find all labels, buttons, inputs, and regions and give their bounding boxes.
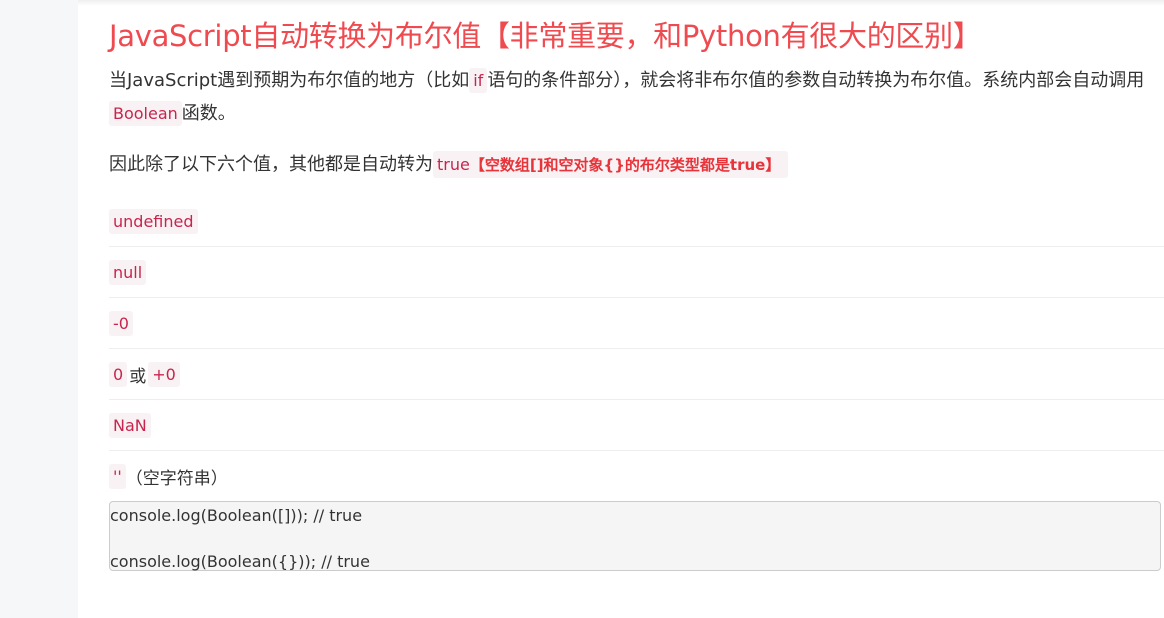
value-null: null [109,259,147,285]
value-nan: NaN [109,412,151,438]
highlight-note: true【空数组[]和空对象{}的布尔类型都是true】 [433,151,789,178]
inline-code-boolean: Boolean [109,101,182,126]
code-line: console.log(Boolean({})); // true [110,552,370,571]
bold-note: 【空数组[]和空对象{}的布尔类型都是true】 [469,156,781,174]
value-positive-zero: +0 [148,361,180,387]
paragraph-text: 当JavaScript遇到预期为布尔值的地方（比如 [109,70,470,91]
paragraph-text: 语句的条件部分），就会将非布尔值的参数自动转换为布尔值。系统内部会自动调用 [487,70,1145,91]
value-empty-string: '' [109,463,126,489]
paragraph-auto-conversion: 当JavaScript遇到预期为布尔值的地方（比如 if 语句的条件部分），就会将非… [109,64,1159,130]
code-line: console.log(Boolean([])); // true [110,506,363,525]
list-item: -0 [109,298,1164,349]
list-item: '' （空字符串） [109,451,1164,501]
value-negative-zero: -0 [109,310,133,336]
article-content: JavaScript自动转换为布尔值【非常重要，和Python有很大的区别】 当… [109,14,1164,571]
inline-code-if: if [469,68,488,93]
top-shadow [78,0,1164,6]
list-item: 0 或 +0 [109,349,1164,400]
paragraph-six-values: 因此除了以下六个值，其他都是自动转为 true【空数组[]和空对象{}的布尔类型都… [109,148,1159,182]
list-item: null [109,247,1164,298]
list-item: undefined [109,196,1164,247]
left-gutter [0,0,78,618]
value-undefined: undefined [109,208,198,234]
falsy-values-list: undefined null -0 0 或 +0 NaN '' （空字符串） [109,196,1164,501]
list-item: NaN [109,400,1164,451]
value-zero: 0 [109,361,128,387]
paragraph-text: 函数。 [181,103,236,124]
paragraph-text: 因此除了以下六个值，其他都是自动转为 [109,154,433,175]
code-block[interactable]: console.log(Boolean([])); // true consol… [109,501,1161,571]
inline-code-true: true [437,155,470,174]
or-text: 或 [129,366,147,387]
empty-string-note: （空字符串） [125,468,228,489]
section-title: JavaScript自动转换为布尔值【非常重要，和Python有很大的区别】 [109,19,982,53]
